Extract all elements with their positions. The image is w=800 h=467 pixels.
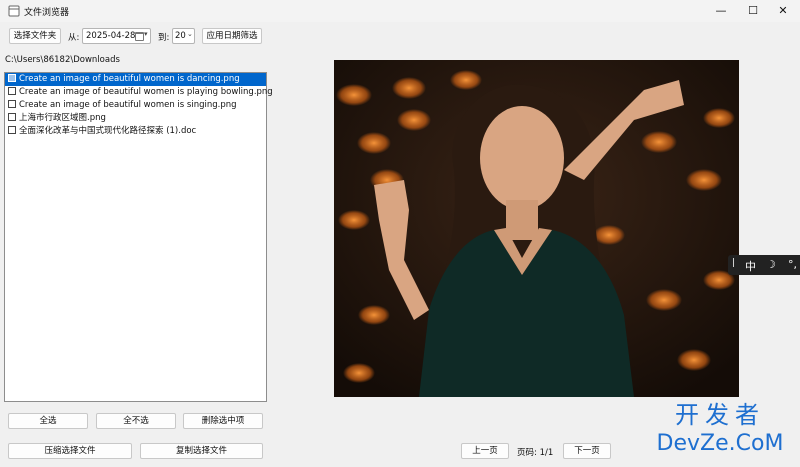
select-folder-button[interactable]: 选择文件夹 — [9, 28, 61, 44]
copy-files-button[interactable]: 复制选择文件 — [140, 443, 263, 459]
ime-mode[interactable]: 中 — [745, 258, 756, 274]
watermark: 开发者 DevZe.CoM — [640, 400, 800, 462]
list-item[interactable]: 上海市行政区域图.png — [5, 112, 266, 125]
list-item[interactable]: Create an image of beautiful women is si… — [5, 99, 266, 112]
prev-page-button[interactable]: 上一页 — [461, 443, 509, 459]
to-date-combo[interactable]: 20 ⌄ — [172, 28, 195, 44]
moon-icon[interactable]: ☽ — [766, 258, 776, 271]
file-name: 上海市行政区域图.png — [19, 113, 106, 123]
list-item[interactable]: Create an image of beautiful women is pl… — [5, 86, 273, 99]
app-icon — [8, 5, 20, 17]
next-page-button[interactable]: 下一页 — [563, 443, 611, 459]
file-name: Create an image of beautiful women is da… — [19, 74, 240, 84]
file-checkbox[interactable] — [8, 113, 16, 121]
calendar-icon[interactable] — [135, 32, 144, 41]
file-checkbox[interactable] — [8, 126, 16, 134]
folder-path: C:\Users\86182\Downloads — [5, 55, 120, 65]
list-item[interactable]: 全面深化改革与中国式现代化路径探索 (1).doc — [5, 125, 266, 138]
list-item[interactable]: Create an image of beautiful women is da… — [5, 73, 266, 86]
chevron-down-icon[interactable]: ⌄ — [187, 30, 193, 38]
preview-image — [334, 60, 739, 397]
maximize-button[interactable]: ☐ — [738, 0, 768, 22]
watermark-en: DevZe.CoM — [656, 431, 784, 456]
apply-date-filter-button[interactable]: 应用日期筛选 — [202, 28, 262, 44]
from-label: 从: — [68, 33, 80, 43]
compress-files-button[interactable]: 压缩选择文件 — [8, 443, 132, 459]
drag-handle-icon[interactable]: | — [732, 258, 735, 268]
punctuation-icon[interactable]: °, — [788, 258, 797, 271]
deselect-all-button[interactable]: 全不选 — [96, 413, 176, 429]
file-name: 全面深化改革与中国式现代化路径探索 (1).doc — [19, 126, 197, 136]
close-button[interactable]: ✕ — [768, 0, 798, 22]
chevron-down-icon[interactable]: ▾ — [144, 30, 148, 38]
page-indicator: 页码: 1/1 — [517, 448, 554, 458]
minimize-button[interactable]: — — [706, 0, 736, 22]
file-list[interactable]: Create an image of beautiful women is da… — [4, 72, 273, 402]
window-title: 文件浏览器 — [24, 8, 70, 18]
file-checkbox[interactable] — [8, 74, 16, 82]
delete-selected-button[interactable]: 删除选中项 — [183, 413, 263, 429]
from-date-picker[interactable]: 2025-04-28 ▾ — [82, 28, 151, 44]
file-checkbox[interactable] — [8, 100, 16, 108]
watermark-cn: 开发者 — [675, 401, 765, 429]
to-date-value: 20 — [175, 31, 186, 41]
file-name: Create an image of beautiful women is si… — [19, 100, 237, 110]
from-date-value: 2025-04-28 — [86, 31, 136, 41]
title-bar: 文件浏览器 — ☐ ✕ — [0, 0, 800, 22]
select-all-button[interactable]: 全选 — [8, 413, 88, 429]
image-preview — [334, 60, 739, 397]
file-checkbox[interactable] — [8, 87, 16, 95]
ime-toolbar[interactable]: | 中 ☽ °, — [728, 255, 800, 275]
file-name: Create an image of beautiful women is pl… — [19, 87, 273, 97]
to-label: 到: — [158, 33, 170, 43]
